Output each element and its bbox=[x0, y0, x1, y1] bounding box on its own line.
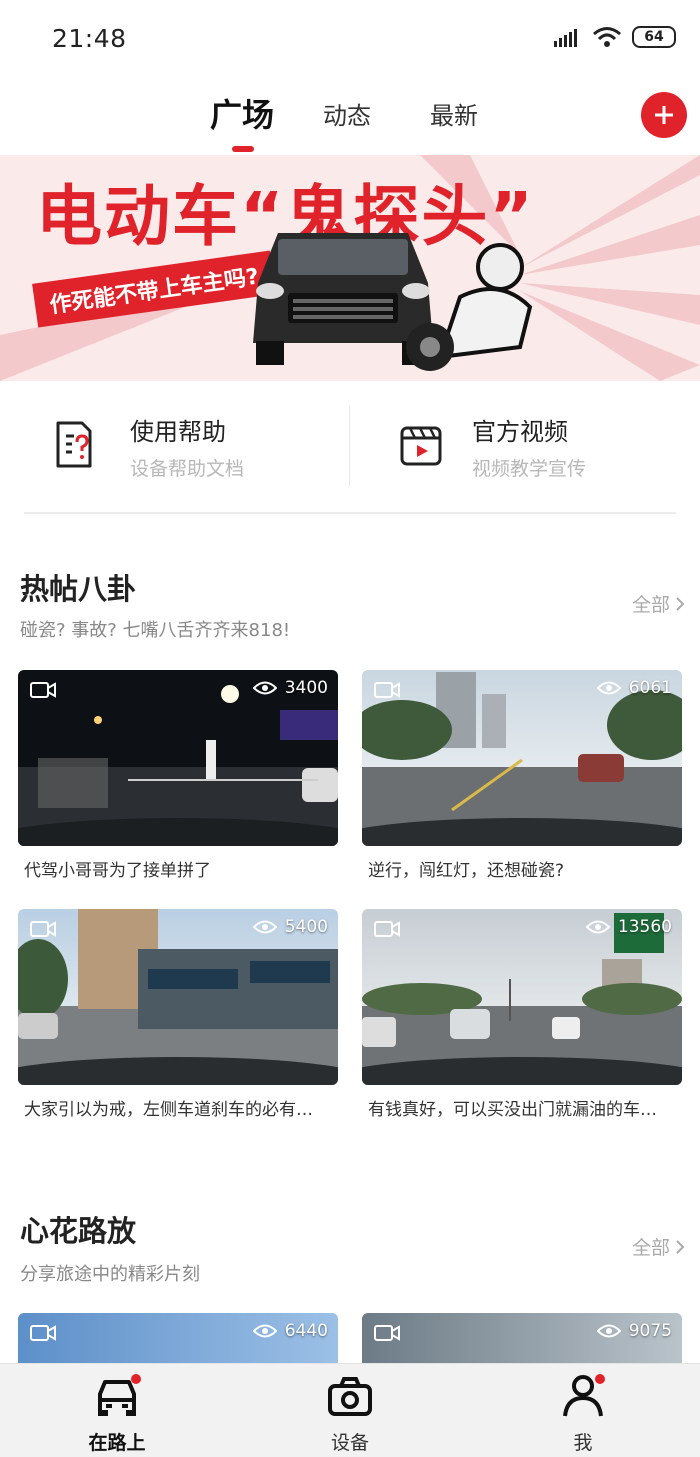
post-card[interactable]: 9075 bbox=[362, 1313, 682, 1363]
video-camera-icon bbox=[374, 1325, 400, 1341]
post-caption: 有钱真好，可以买没出门就漏油的车… bbox=[368, 1100, 657, 1120]
section-title-hot-posts: 热帖八卦 bbox=[20, 572, 137, 606]
view-count-value: 6061 bbox=[628, 678, 672, 698]
camera-icon bbox=[328, 1377, 372, 1416]
notification-dot bbox=[595, 1374, 605, 1384]
see-all-label: 全部 bbox=[631, 1237, 670, 1259]
see-all-hot-posts-link[interactable]: 全部 bbox=[632, 590, 684, 617]
view-count: 9075 bbox=[596, 1321, 672, 1341]
video-thumbnail[interactable]: 13560 bbox=[362, 909, 682, 1085]
nav-label: 设备 bbox=[330, 1432, 369, 1454]
post-caption: 大家引以为戒，左侧车道刹车的必有… bbox=[24, 1100, 313, 1120]
view-count-value: 3400 bbox=[284, 678, 328, 698]
eye-icon bbox=[252, 920, 277, 934]
post-caption: 代驾小哥哥为了接单拼了 bbox=[24, 861, 211, 881]
video-camera-icon bbox=[374, 921, 400, 937]
video-camera-icon bbox=[30, 1325, 56, 1341]
official-video-title: 官方视频 bbox=[472, 418, 568, 446]
view-count: 6061 bbox=[596, 678, 672, 698]
status-time: 21:48 bbox=[52, 24, 127, 53]
add-post-button[interactable] bbox=[641, 92, 687, 138]
view-count-value: 13560 bbox=[617, 917, 672, 937]
post-card[interactable]: 6440 bbox=[18, 1313, 338, 1363]
video-camera-icon bbox=[30, 682, 56, 698]
section-divider bbox=[24, 512, 676, 514]
see-all-journey-link[interactable]: 全部 bbox=[632, 1233, 684, 1260]
section-title-journey: 心花路放 bbox=[20, 1214, 137, 1248]
tab-latest[interactable]: 最新 bbox=[430, 96, 478, 131]
motorbike-illustration bbox=[406, 243, 533, 371]
help-link-subtitle: 设备帮助文档 bbox=[130, 458, 245, 480]
status-icons: 64 bbox=[554, 26, 676, 48]
official-video-link[interactable]: 官方视频 视频教学宣传 bbox=[350, 398, 700, 494]
chevron-right-icon bbox=[676, 596, 684, 611]
chevron-right-icon bbox=[676, 1239, 684, 1254]
plus-icon bbox=[655, 106, 673, 124]
quick-links: 使用帮助 设备帮助文档 官方视频 视频教学宣传 bbox=[0, 398, 700, 498]
help-link[interactable]: 使用帮助 设备帮助文档 bbox=[0, 398, 349, 494]
nav-label: 我 bbox=[573, 1432, 593, 1454]
view-count: 5400 bbox=[252, 917, 328, 937]
view-count: 13560 bbox=[585, 917, 672, 937]
video-camera-icon bbox=[374, 682, 400, 698]
promo-banner[interactable]: 电动车“鬼探头” 作死能不带上车主吗? bbox=[0, 155, 700, 381]
section-subtitle-journey: 分享旅途中的精彩片刻 bbox=[20, 1264, 200, 1285]
section-subtitle-hot-posts: 碰瓷? 事故? 七嘴八舌齐齐来818! bbox=[20, 620, 291, 641]
video-thumbnail[interactable]: 3400 bbox=[18, 670, 338, 846]
active-tab-indicator bbox=[232, 146, 254, 152]
view-count-value: 9075 bbox=[628, 1321, 672, 1341]
view-count: 3400 bbox=[252, 678, 328, 698]
video-thumbnail[interactable]: 9075 bbox=[362, 1313, 682, 1363]
signal-icon bbox=[554, 29, 577, 47]
tab-plaza[interactable]: 广场 bbox=[210, 90, 274, 136]
nav-on-the-road[interactable]: 在路上 bbox=[47, 1364, 187, 1457]
eye-icon bbox=[252, 681, 277, 695]
top-tab-bar: 广场 动态 最新 bbox=[0, 84, 700, 154]
post-caption: 逆行，闯红灯，还想碰瓷? bbox=[368, 861, 565, 881]
post-card[interactable]: 3400 代驾小哥哥为了接单拼了 bbox=[18, 670, 338, 881]
post-card[interactable]: 5400 大家引以为戒，左侧车道刹车的必有… bbox=[18, 909, 338, 1120]
status-bar: 21:48 64 bbox=[0, 0, 700, 78]
bottom-navigation: 在路上 设备 我 bbox=[0, 1363, 700, 1457]
view-count: 6440 bbox=[252, 1321, 328, 1341]
eye-icon bbox=[596, 1324, 621, 1338]
notification-dot bbox=[131, 1374, 141, 1384]
video-camera-icon bbox=[30, 921, 56, 937]
wifi-icon bbox=[593, 27, 621, 47]
view-count-value: 5400 bbox=[284, 917, 328, 937]
video-thumbnail[interactable]: 6061 bbox=[362, 670, 682, 846]
nav-label: 在路上 bbox=[88, 1432, 146, 1454]
post-card[interactable]: 13560 有钱真好，可以买没出门就漏油的车… bbox=[362, 909, 682, 1120]
help-link-title: 使用帮助 bbox=[130, 418, 226, 446]
battery-indicator: 64 bbox=[632, 26, 676, 48]
help-document-icon bbox=[56, 421, 92, 468]
video-thumbnail[interactable]: 5400 bbox=[18, 909, 338, 1085]
tab-dynamics[interactable]: 动态 bbox=[323, 96, 371, 131]
eye-icon bbox=[585, 920, 610, 934]
post-card[interactable]: 6061 逆行，闯红灯，还想碰瓷? bbox=[362, 670, 682, 881]
eye-icon bbox=[596, 681, 621, 695]
video-play-icon bbox=[400, 426, 442, 466]
see-all-label: 全部 bbox=[631, 594, 670, 616]
video-thumbnail[interactable]: 6440 bbox=[18, 1313, 338, 1363]
eye-icon bbox=[252, 1324, 277, 1338]
nav-device[interactable]: 设备 bbox=[280, 1364, 420, 1457]
official-video-subtitle: 视频教学宣传 bbox=[472, 458, 587, 480]
view-count-value: 6440 bbox=[284, 1321, 328, 1341]
nav-me[interactable]: 我 bbox=[513, 1364, 653, 1457]
